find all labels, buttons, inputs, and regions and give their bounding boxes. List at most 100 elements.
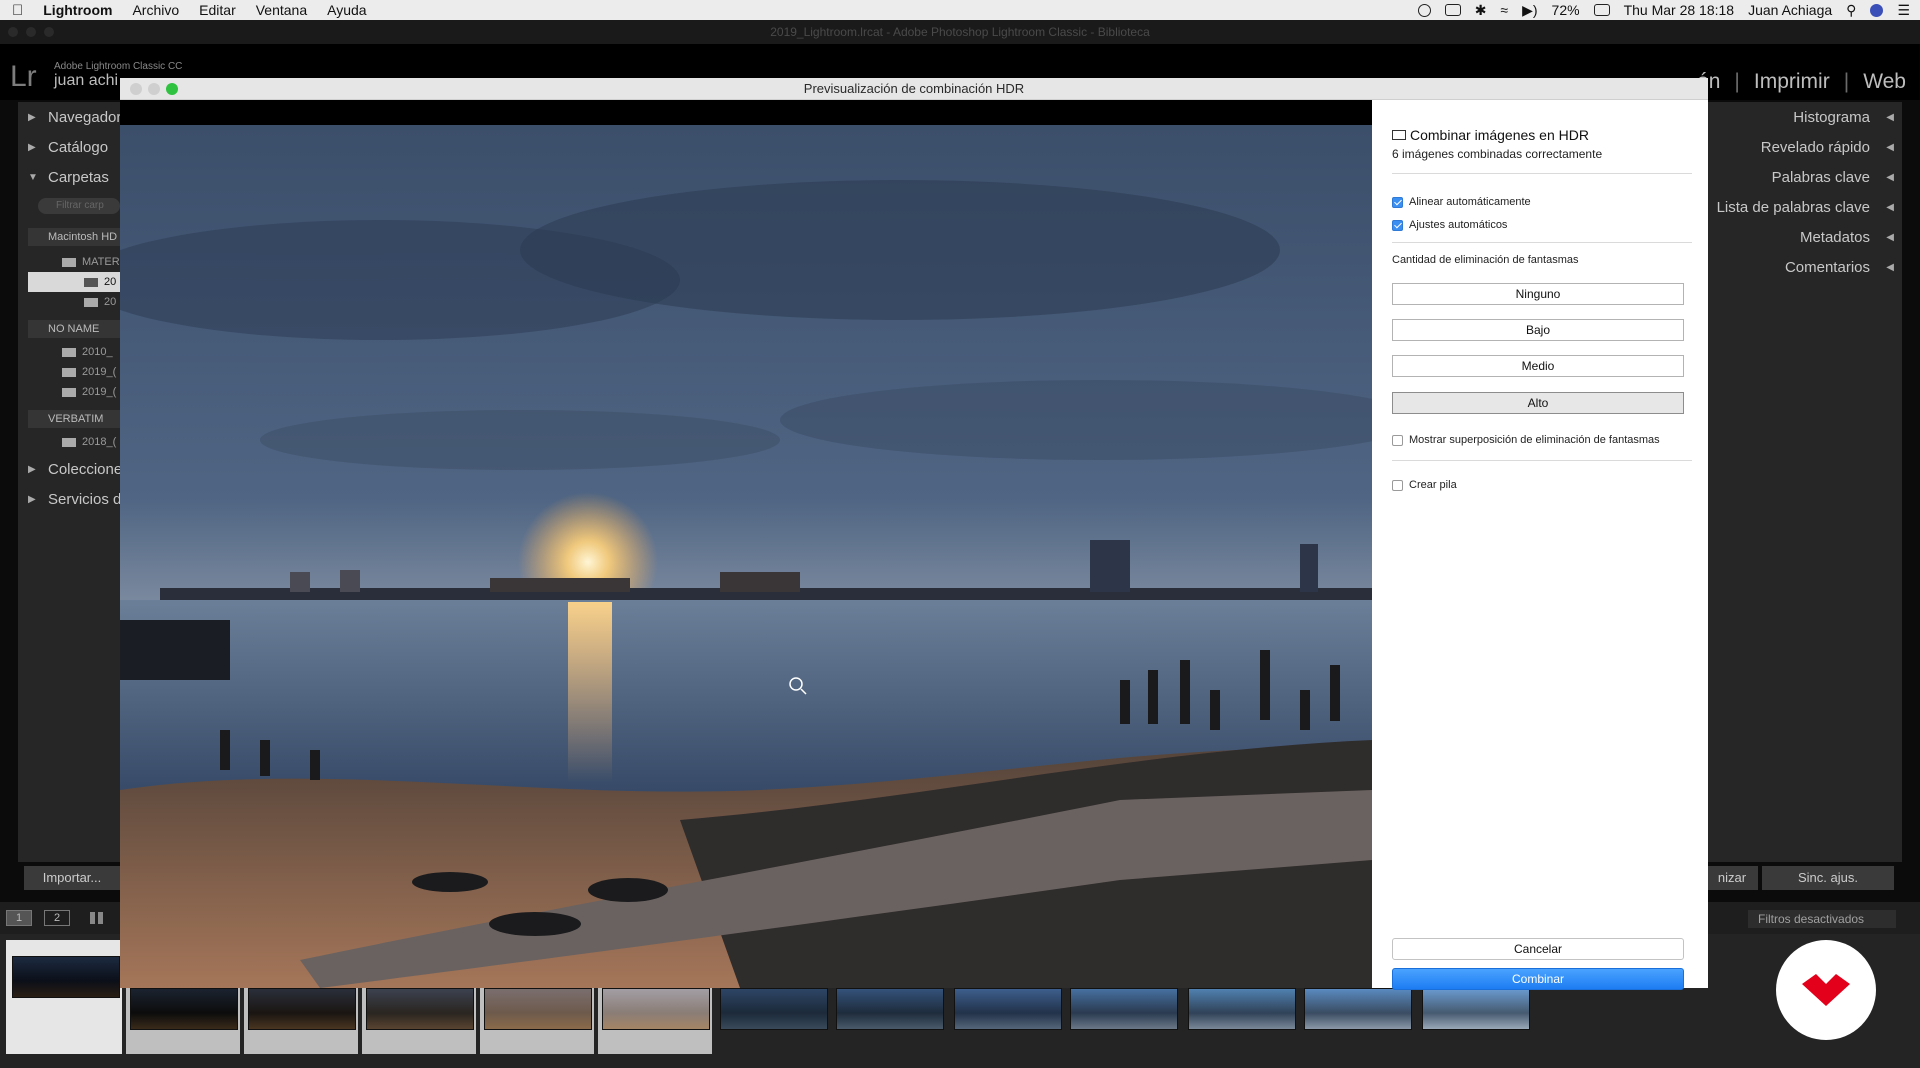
chevron-left-icon[interactable]: ◀ bbox=[1886, 196, 1894, 220]
chevron-right-icon[interactable]: ▶ bbox=[28, 136, 36, 160]
hdr-preview-image[interactable] bbox=[120, 100, 1372, 988]
folder-filter-input[interactable]: Filtrar carp bbox=[38, 198, 120, 214]
filmstrip-thumbnail[interactable] bbox=[836, 988, 944, 1030]
module-web[interactable]: Web bbox=[1849, 70, 1920, 94]
section-histograma[interactable]: Histograma bbox=[1793, 106, 1870, 130]
zoom-button[interactable] bbox=[166, 83, 178, 95]
grid-view-icon[interactable] bbox=[90, 912, 104, 924]
section-servicios[interactable]: Servicios d bbox=[48, 488, 121, 512]
section-catalogo[interactable]: Catálogo bbox=[48, 136, 108, 160]
volume-macintosh-hd[interactable]: Macintosh HD bbox=[28, 228, 120, 246]
deghost-high-button[interactable]: Alto bbox=[1392, 392, 1684, 414]
filmstrip-thumbnail[interactable] bbox=[602, 988, 710, 1030]
folder-label: 20 bbox=[104, 276, 117, 288]
filmstrip-thumbnail[interactable] bbox=[12, 956, 120, 998]
minimize-button[interactable] bbox=[148, 83, 160, 95]
merge-button[interactable]: Combinar bbox=[1392, 968, 1684, 990]
create-stack-checkbox[interactable]: Crear pila bbox=[1392, 478, 1457, 492]
section-revelado-rapido[interactable]: Revelado rápido bbox=[1761, 136, 1870, 160]
chevron-left-icon[interactable]: ◀ bbox=[1886, 256, 1894, 280]
section-lista-palabras-clave[interactable]: Lista de palabras clave bbox=[1717, 196, 1870, 220]
battery-percent[interactable]: 72% bbox=[1552, 2, 1580, 18]
second-window-button[interactable]: 2 bbox=[44, 910, 70, 926]
auto-settings-checkbox[interactable]: Ajustes automáticos bbox=[1392, 218, 1507, 232]
clock[interactable]: Thu Mar 28 18:18 bbox=[1624, 2, 1735, 18]
cancel-button[interactable]: Cancelar bbox=[1392, 938, 1684, 960]
import-button[interactable]: Importar... bbox=[24, 866, 120, 890]
folder-icon bbox=[62, 437, 76, 447]
menu-ventana[interactable]: Ventana bbox=[256, 2, 307, 18]
section-carpetas[interactable]: Carpetas bbox=[48, 166, 109, 190]
volume-verbatim[interactable]: VERBATIM bbox=[28, 410, 120, 428]
auto-align-label: Alinear automáticamente bbox=[1409, 196, 1531, 208]
filmstrip-thumbnail[interactable] bbox=[366, 988, 474, 1030]
watermark-mark-icon bbox=[1802, 974, 1850, 1006]
chevron-right-icon[interactable]: ▶ bbox=[28, 106, 36, 130]
deghost-low-button[interactable]: Bajo bbox=[1392, 319, 1684, 341]
user-menu[interactable]: Juan Achiaga bbox=[1748, 2, 1832, 18]
merge-status: 6 imágenes combinadas correctamente bbox=[1392, 147, 1603, 161]
minimize-dot[interactable] bbox=[26, 27, 36, 37]
deghost-medium-button[interactable]: Medio bbox=[1392, 355, 1684, 377]
sync-settings-button[interactable]: Sinc. ajus. bbox=[1762, 866, 1894, 890]
filmstrip-thumbnail[interactable] bbox=[1070, 988, 1178, 1030]
filmstrip-thumbnail[interactable] bbox=[954, 988, 1062, 1030]
chevron-left-icon[interactable]: ◀ bbox=[1886, 166, 1894, 190]
filter-dropdown[interactable]: Filtros desactivados bbox=[1748, 910, 1896, 928]
folder-label: 2019_( bbox=[82, 366, 117, 378]
wifi-icon[interactable]: ≈ bbox=[1500, 2, 1508, 18]
checkbox-checked-icon bbox=[1392, 219, 1403, 231]
folder-label: 2010_ bbox=[82, 346, 113, 358]
merge-heading: Combinar imágenes en HDR bbox=[1392, 127, 1589, 143]
menu-ayuda[interactable]: Ayuda bbox=[327, 2, 366, 18]
menu-archivo[interactable]: Archivo bbox=[132, 2, 179, 18]
checkbox-unchecked-icon bbox=[1392, 434, 1403, 446]
chevron-right-icon[interactable]: ▶ bbox=[28, 488, 36, 512]
folder-icon bbox=[62, 387, 76, 397]
chevron-left-icon[interactable]: ◀ bbox=[1886, 106, 1894, 130]
filmstrip-thumbnail[interactable] bbox=[720, 988, 828, 1030]
section-palabras-clave[interactable]: Palabras clave bbox=[1772, 166, 1870, 190]
deghost-none-button[interactable]: Ninguno bbox=[1392, 283, 1684, 305]
close-button[interactable] bbox=[130, 83, 142, 95]
record-icon[interactable] bbox=[1417, 3, 1431, 17]
section-colecciones[interactable]: Coleccione bbox=[48, 458, 122, 482]
auto-align-checkbox[interactable]: Alinear automáticamente bbox=[1392, 195, 1531, 209]
show-deghost-overlay-checkbox[interactable]: Mostrar superposición de eliminación de … bbox=[1392, 433, 1660, 447]
volume-icon[interactable]: ▶) bbox=[1522, 2, 1537, 19]
close-dot[interactable] bbox=[8, 27, 18, 37]
menu-editar[interactable]: Editar bbox=[199, 2, 236, 18]
hdr-options-panel: Combinar imágenes en HDR 6 imágenes comb… bbox=[1372, 100, 1708, 990]
main-window-button[interactable]: 1 bbox=[6, 910, 32, 926]
app-menu[interactable]: Lightroom bbox=[43, 2, 112, 18]
filmstrip-thumbnail[interactable] bbox=[1422, 988, 1530, 1030]
bluetooth-icon[interactable]: ✱ bbox=[1475, 2, 1487, 19]
sync-metadata-button[interactable]: nizar bbox=[1706, 866, 1758, 890]
section-comentarios[interactable]: Comentarios bbox=[1785, 256, 1870, 280]
deghost-label: Cantidad de eliminación de fantasmas bbox=[1392, 254, 1579, 266]
filmstrip-thumbnail[interactable] bbox=[1188, 988, 1296, 1030]
chevron-down-icon[interactable]: ▼ bbox=[28, 166, 38, 190]
module-imprimir[interactable]: Imprimir bbox=[1740, 70, 1844, 94]
folder-label: MATER bbox=[82, 256, 120, 268]
chevron-left-icon[interactable]: ◀ bbox=[1886, 136, 1894, 160]
chevron-right-icon[interactable]: ▶ bbox=[28, 458, 36, 482]
folder-item-selected[interactable]: 20 bbox=[28, 272, 120, 292]
airplay-icon[interactable] bbox=[1444, 4, 1461, 16]
macos-menubar:  Lightroom Archivo Editar Ventana Ayuda… bbox=[0, 0, 1920, 20]
zoom-dot[interactable] bbox=[44, 27, 54, 37]
filmstrip-thumbnail[interactable] bbox=[130, 988, 238, 1030]
chevron-left-icon[interactable]: ◀ bbox=[1886, 226, 1894, 250]
battery-icon[interactable] bbox=[1593, 4, 1610, 16]
section-navegador[interactable]: Navegador bbox=[48, 106, 121, 130]
spotlight-icon[interactable]: ⚲ bbox=[1846, 2, 1856, 19]
notification-center-icon[interactable]: ☰ bbox=[1897, 2, 1910, 19]
section-metadatos[interactable]: Metadatos bbox=[1800, 226, 1870, 250]
apple-menu-icon[interactable]:  bbox=[12, 2, 23, 19]
filmstrip-thumbnail[interactable] bbox=[1304, 988, 1412, 1030]
filmstrip-thumbnail[interactable] bbox=[248, 988, 356, 1030]
volume-no-name[interactable]: NO NAME bbox=[28, 320, 120, 338]
filmstrip-thumbnail[interactable] bbox=[484, 988, 592, 1030]
siri-icon[interactable] bbox=[1870, 3, 1884, 17]
checkbox-unchecked-icon bbox=[1392, 479, 1403, 491]
